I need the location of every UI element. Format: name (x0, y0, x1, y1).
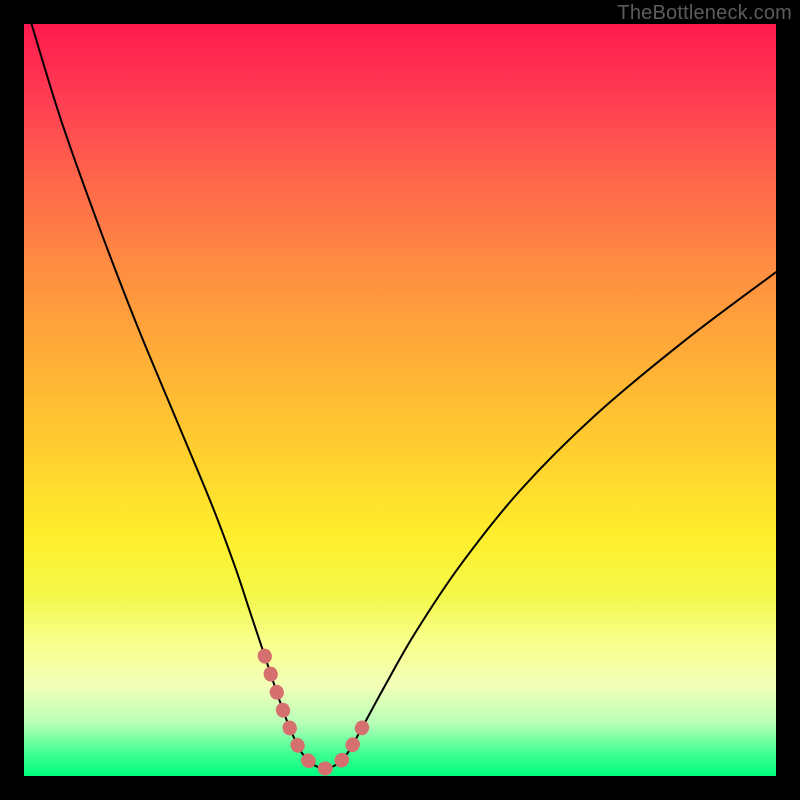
watermark-text: TheBottleneck.com (617, 2, 792, 25)
plot-area (24, 24, 776, 776)
bottleneck-curve (32, 24, 776, 768)
curve-layer (24, 24, 776, 776)
chart-frame: TheBottleneck.com (0, 0, 800, 800)
